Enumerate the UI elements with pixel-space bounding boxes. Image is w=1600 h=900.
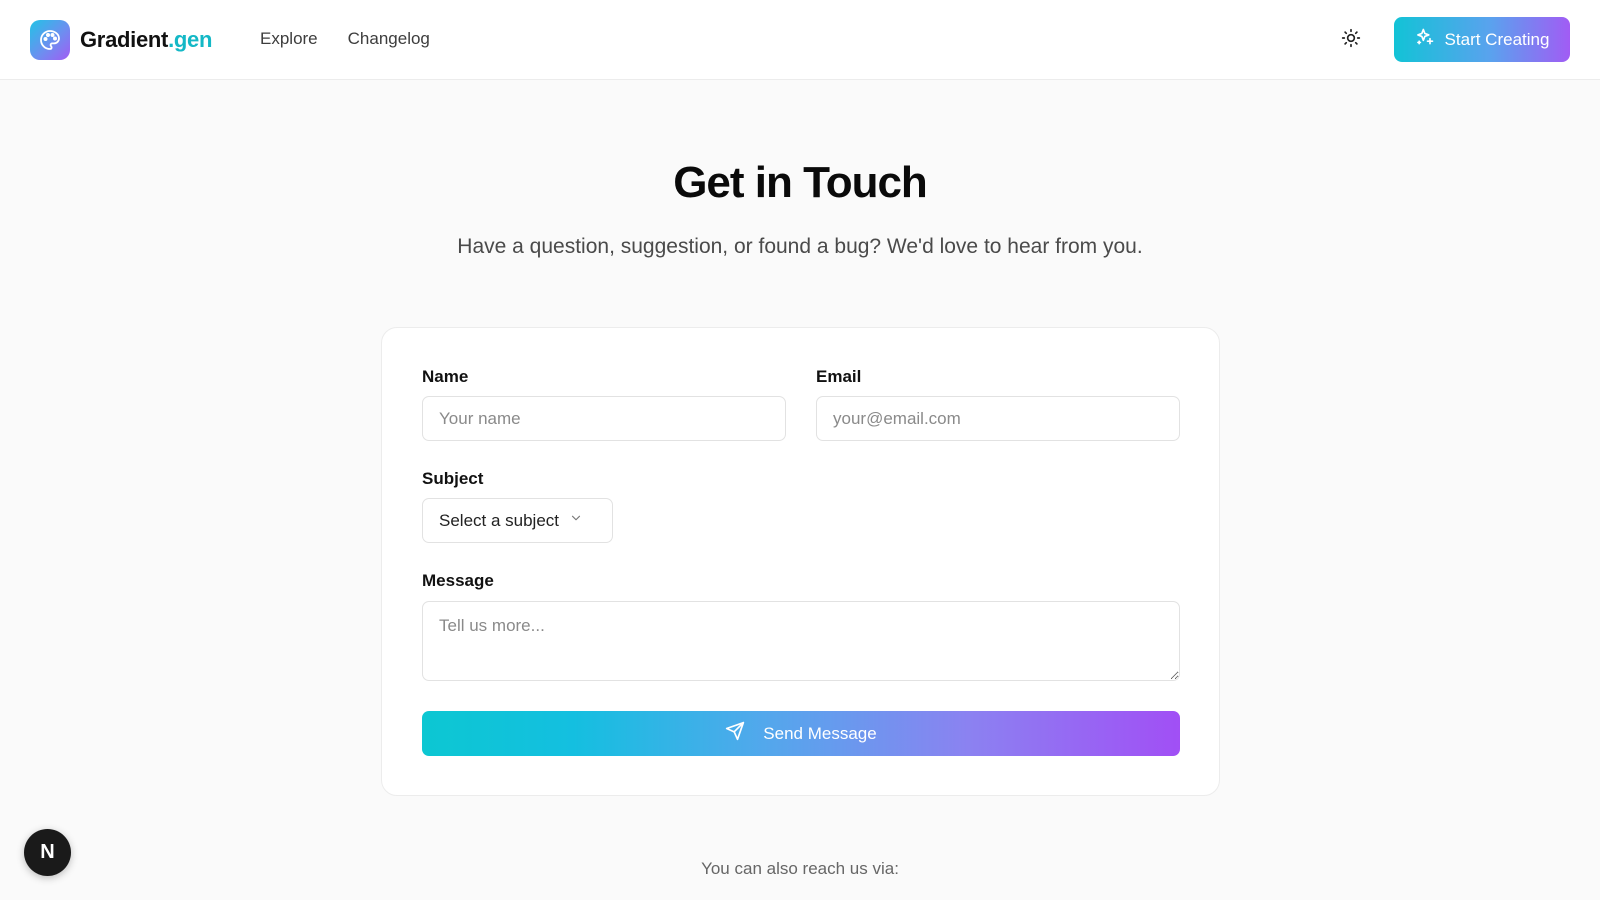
sun-icon — [1341, 28, 1361, 53]
sparkles-icon — [1415, 27, 1435, 52]
name-input[interactable] — [422, 396, 786, 441]
email-input[interactable] — [816, 396, 1180, 441]
page-subtitle: Have a question, suggestion, or found a … — [457, 235, 1143, 258]
name-label: Name — [422, 367, 469, 386]
brand-name: Gradient.gen — [80, 27, 213, 52]
palette-icon — [30, 20, 70, 60]
send-icon — [725, 721, 745, 746]
brand-logo[interactable]: Gradient.gen — [30, 20, 212, 60]
message-textarea[interactable] — [422, 601, 1180, 681]
main-nav: Explore Changelog — [260, 29, 430, 49]
subject-label: Subject — [422, 469, 484, 488]
message-label: Message — [422, 571, 494, 590]
subject-selected-value: Select a subject — [439, 510, 560, 530]
send-message-button[interactable]: Send Message — [422, 711, 1180, 756]
nav-link-explore[interactable]: Explore — [260, 29, 318, 49]
contact-form-card: Name Email Subject Select a subject Mess… — [381, 327, 1220, 796]
nav-link-changelog[interactable]: Changelog — [348, 29, 430, 49]
email-label: Email — [816, 367, 862, 386]
dev-badge-letter: N — [40, 841, 55, 863]
alternate-contact-note: You can also reach us via: — [701, 859, 899, 878]
site-header: Gradient.gen Explore Changelog Start Cre… — [0, 0, 1600, 80]
start-creating-label: Start Creating — [1444, 29, 1550, 49]
chevron-down-icon — [569, 511, 583, 530]
start-creating-button[interactable]: Start Creating — [1394, 17, 1570, 62]
theme-toggle-button[interactable] — [1334, 26, 1368, 54]
send-message-label: Send Message — [763, 723, 877, 743]
page-title: Get in Touch — [673, 158, 928, 207]
subject-select[interactable]: Select a subject — [422, 498, 613, 543]
dev-tools-badge[interactable]: N — [24, 829, 71, 876]
